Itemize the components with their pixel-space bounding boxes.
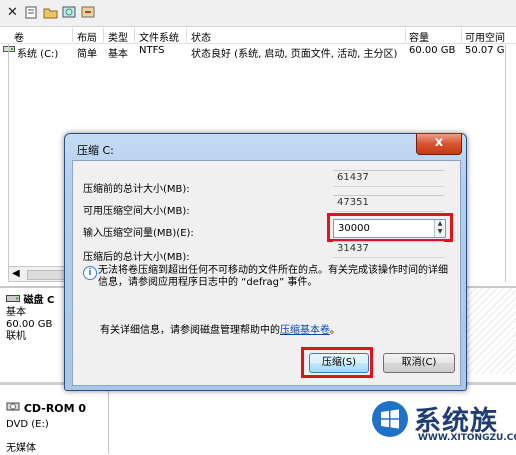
column-header-free-space[interactable]: 可用空间	[465, 29, 505, 44]
volume-filesystem: NTFS	[139, 45, 165, 56]
watermark-url: WWW.XITONGZU.COM	[418, 433, 516, 443]
available-value: 47351	[333, 195, 444, 212]
input-amount-label: 输入压缩空间量(MB)(E):	[83, 228, 194, 239]
dialog-title: 压缩 C:	[77, 144, 114, 157]
dialog-body: 压缩前的总计大小(MB): 61437 可用压缩空间大小(MB): 47351 …	[72, 160, 461, 386]
column-header-type[interactable]: 类型	[108, 29, 128, 44]
total-after-value: 31437	[333, 241, 444, 258]
column-header-status[interactable]: 状态	[191, 29, 211, 44]
disk-0-name: 磁盘 C	[23, 295, 55, 306]
help-suffix: 。	[330, 325, 340, 336]
highlight-input-box	[327, 213, 453, 242]
cdrom-icon	[6, 402, 24, 415]
column-header-layout[interactable]: 布局	[77, 29, 97, 44]
scroll-left-icon[interactable]: ◀	[12, 268, 20, 279]
available-label: 可用压缩空间大小(MB):	[83, 206, 190, 217]
open-icon[interactable]	[43, 5, 58, 20]
total-before-value: 61437	[333, 170, 444, 187]
toolbar: ✕	[0, 0, 516, 27]
shrink-dialog: 压缩 C: x 压缩前的总计大小(MB): 61437 可用压缩空间大小(MB)…	[64, 133, 467, 391]
help-prefix: 有关详细信息，请参阅磁盘管理帮助中的	[100, 325, 280, 336]
scroll-thumb[interactable]	[27, 270, 67, 280]
search-icon[interactable]	[62, 5, 77, 20]
disk-icon	[6, 295, 23, 306]
close-icon: x	[434, 135, 444, 150]
refresh-icon[interactable]	[81, 5, 96, 20]
total-after-label: 压缩后的总计大小(MB):	[83, 252, 190, 263]
total-before-label: 压缩前的总计大小(MB):	[83, 184, 190, 195]
info-message: 无法将卷压缩到超出任何不可移动的文件所在的点。有关完成该操作时间的详细信息，请参…	[98, 265, 448, 288]
volume-capacity: 60.00 GB	[409, 45, 456, 56]
cdrom-0-name: CD-ROM 0	[23, 402, 87, 415]
cancel-button[interactable]: 取消(C)	[383, 353, 455, 373]
cdrom-0-info[interactable]: CD-ROM 0 DVD (E:) 无媒体	[6, 400, 106, 455]
list-pane-border-right	[505, 44, 506, 282]
watermark: 系统族 WWW.XITONGZU.COM	[372, 397, 516, 452]
column-header-filesystem[interactable]: 文件系统	[139, 29, 179, 44]
volume-name: 系统 (C:)	[17, 49, 59, 60]
highlight-shrink-button	[301, 347, 373, 378]
list-pane-border	[8, 44, 9, 282]
close-button[interactable]: x	[416, 134, 462, 155]
volume-list-header: 卷 布局 类型 文件系统 状态 容量 可用空间	[0, 28, 516, 44]
help-line: 有关详细信息，请参阅磁盘管理帮助中的压缩基本卷。	[100, 321, 340, 336]
volume-type: 基本	[108, 49, 128, 60]
horizontal-scrollbar[interactable]: ◀	[8, 266, 68, 282]
column-header-volume[interactable]: 卷	[14, 29, 24, 44]
help-link[interactable]: 压缩基本卷	[280, 325, 330, 336]
volume-status: 状态良好 (系统, 启动, 页面文件, 活动, 主分区)	[191, 49, 398, 60]
info-icon: i	[83, 266, 97, 280]
volume-free-space: 50.07 G	[465, 45, 505, 56]
volume-layout: 简单	[77, 49, 97, 60]
properties-icon[interactable]	[24, 5, 39, 20]
windows-logo-icon	[372, 401, 408, 437]
cdrom-0-status: 无媒体	[6, 443, 36, 454]
column-header-capacity[interactable]: 容量	[409, 29, 429, 44]
drive-icon	[3, 45, 15, 56]
delete-icon[interactable]: ✕	[5, 5, 20, 20]
cdrom-0-type: DVD (E:)	[6, 419, 49, 430]
